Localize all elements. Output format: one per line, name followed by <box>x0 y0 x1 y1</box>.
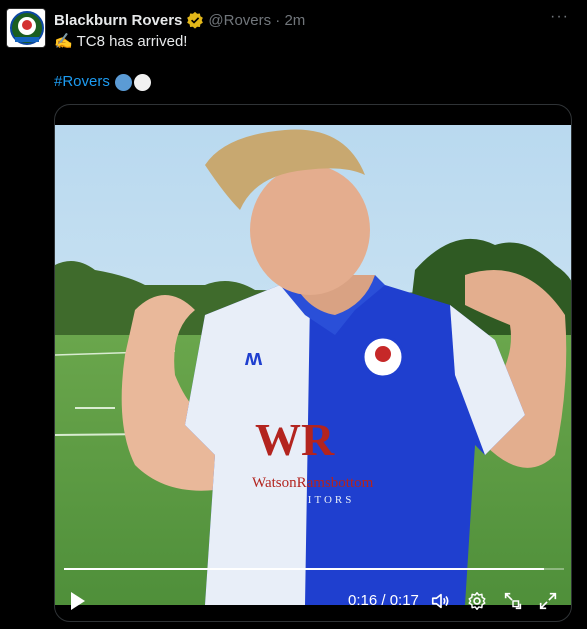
settings-icon[interactable] <box>466 590 488 612</box>
verified-badge-icon <box>187 11 204 29</box>
fullscreen-icon[interactable] <box>537 590 559 612</box>
play-icon[interactable] <box>67 589 89 613</box>
video-time: 0:16 / 0:17 <box>348 592 419 609</box>
hashtag-link[interactable]: #Rovers <box>54 72 110 92</box>
video-frame[interactable]: WR WatsonRamsbottom SOLICITORS ʍ <box>55 125 571 605</box>
pip-icon[interactable] <box>502 590 524 612</box>
white-circle-emoji <box>133 73 151 91</box>
sponsor-name: WatsonRamsbottom <box>252 475 374 491</box>
tweet-header: Blackburn Rovers @Rovers · 2m <box>54 10 305 30</box>
club-crest-icon <box>7 9 45 47</box>
more-icon[interactable]: ··· <box>550 8 569 26</box>
video-card[interactable]: WR WatsonRamsbottom SOLICITORS ʍ 0:16 / … <box>54 104 572 622</box>
blue-circle-emoji <box>114 73 132 91</box>
author-handle[interactable]: @Rovers · 2m <box>208 12 305 29</box>
video-controls: 0:16 / 0:17 <box>55 583 571 619</box>
sponsor-logo: WR <box>255 414 335 465</box>
hashtag-line: #Rovers <box>54 72 151 92</box>
volume-icon[interactable] <box>430 590 452 612</box>
avatar[interactable] <box>6 8 46 48</box>
tweet-text: ✍️ TC8 has arrived! <box>54 33 188 50</box>
svg-text:ʍ: ʍ <box>244 345 263 370</box>
video-still: WR WatsonRamsbottom SOLICITORS ʍ <box>55 125 571 605</box>
video-progress-bar[interactable] <box>64 568 564 570</box>
sponsor-sub: SOLICITORS <box>261 494 354 506</box>
video-progress-fill <box>64 568 544 570</box>
author-name[interactable]: Blackburn Rovers <box>54 12 182 29</box>
